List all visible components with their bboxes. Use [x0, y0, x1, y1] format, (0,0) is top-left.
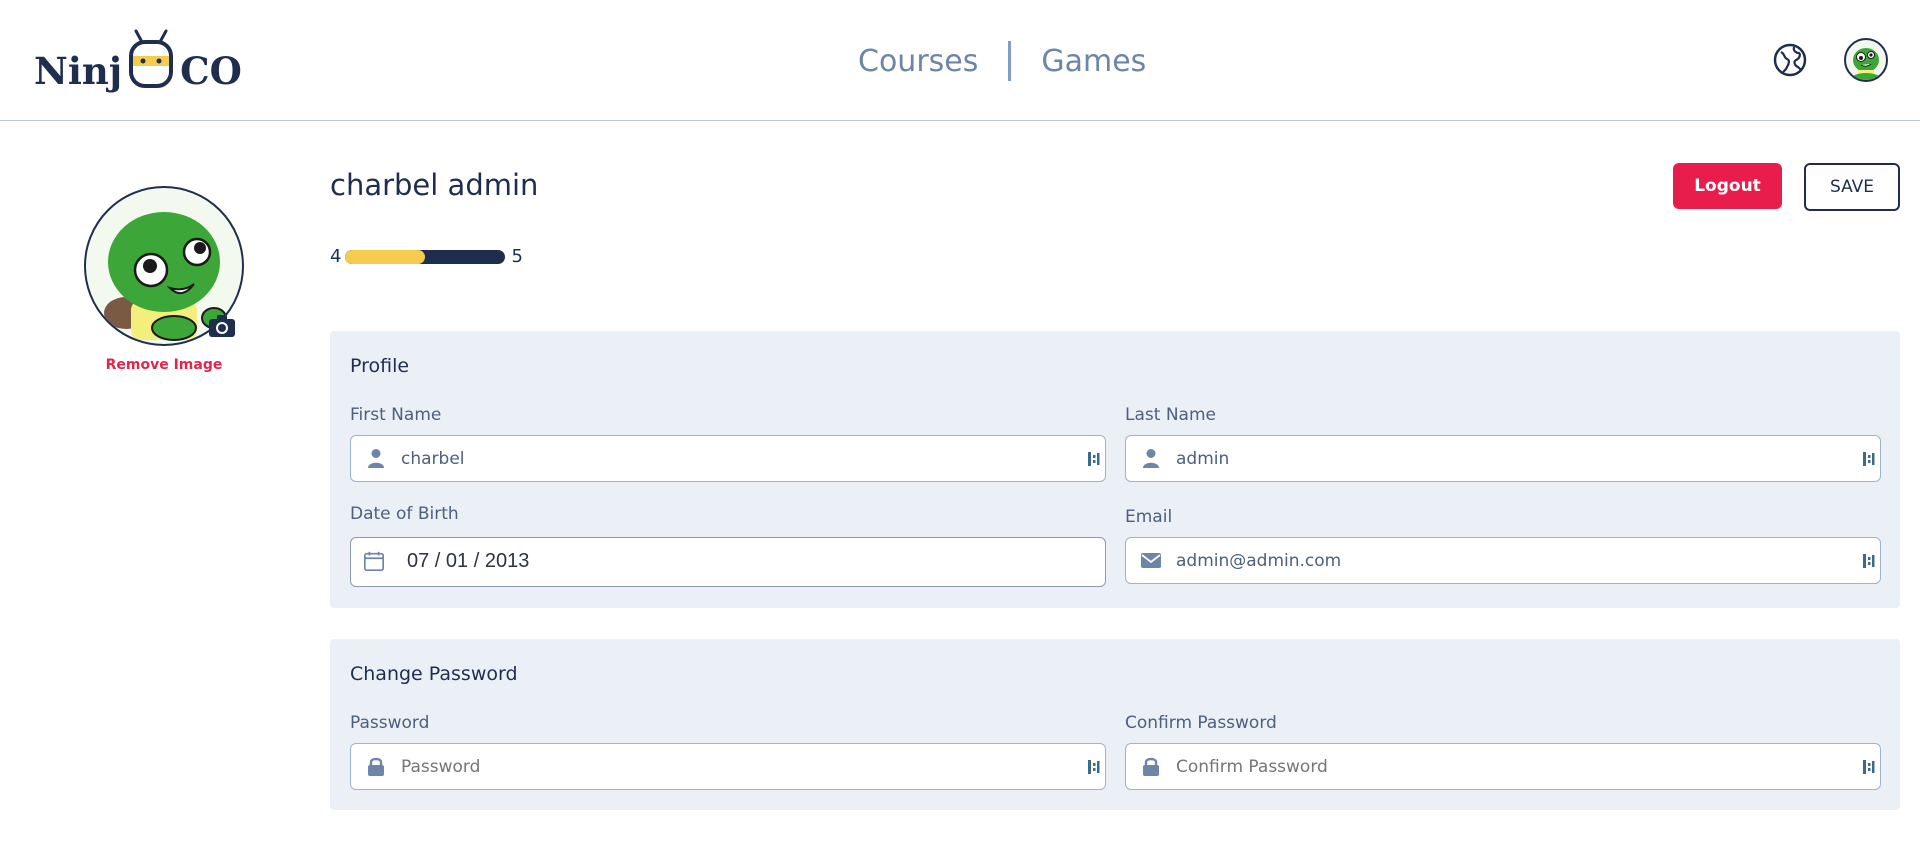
dob-label: Date of Birth	[350, 504, 459, 524]
user-icon	[1143, 449, 1159, 468]
top-header: Ninj CO Courses Games	[0, 0, 1920, 121]
ninjaco-logo[interactable]: Ninj CO	[34, 28, 242, 92]
page-title: charbel admin	[330, 168, 539, 202]
email-value: admin@admin.com	[1176, 551, 1342, 571]
password-input[interactable]	[401, 757, 1061, 777]
date-of-birth-field[interactable]: 07 / 01 / 2013	[350, 537, 1106, 587]
confirm-password-label: Confirm Password	[1125, 713, 1277, 733]
level-next: 5	[511, 246, 523, 267]
dob-value: 07 / 01 / 2013	[407, 550, 530, 572]
confirm-password-field[interactable]	[1125, 743, 1881, 790]
lock-icon	[1143, 757, 1159, 776]
change-password-card: Change Password Password Confirm Passwor…	[330, 639, 1900, 810]
user-icon	[368, 449, 384, 468]
email-field[interactable]: admin@admin.com	[1125, 537, 1881, 584]
profile-card: Profile First Name charbel Last Name adm…	[330, 331, 1900, 608]
nav-courses[interactable]: Courses	[858, 44, 978, 79]
user-avatar[interactable]	[1844, 38, 1888, 82]
logo-mascot-icon	[129, 29, 174, 88]
first-name-field[interactable]: charbel	[350, 435, 1106, 482]
profile-section-title: Profile	[350, 355, 410, 377]
level-current: 4	[330, 246, 342, 267]
lock-icon	[368, 757, 384, 776]
autofill-key-icon[interactable]	[1862, 450, 1876, 468]
password-field[interactable]	[350, 743, 1106, 790]
logo-text-right: CO	[180, 49, 242, 93]
confirm-password-input[interactable]	[1176, 757, 1836, 777]
globe-icon[interactable]	[1772, 42, 1808, 78]
main-nav: Courses Games	[858, 38, 1146, 84]
mail-icon	[1141, 553, 1161, 568]
autofill-key-icon[interactable]	[1087, 758, 1101, 776]
save-button[interactable]: SAVE	[1804, 163, 1900, 211]
last-name-label: Last Name	[1125, 405, 1216, 425]
autofill-key-icon[interactable]	[1087, 450, 1101, 468]
turtle-avatar-icon	[1852, 48, 1880, 80]
logo-text-left: Ninj	[34, 49, 123, 93]
nav-games[interactable]: Games	[1041, 44, 1146, 79]
camera-icon[interactable]	[208, 314, 236, 338]
level-progress-bar	[345, 249, 506, 264]
last-name-field[interactable]: admin	[1125, 435, 1881, 482]
logout-button[interactable]: Logout	[1673, 163, 1782, 209]
autofill-key-icon[interactable]	[1862, 552, 1876, 570]
level-progress-fill	[345, 249, 426, 264]
first-name-value: charbel	[401, 449, 465, 469]
remove-image-link[interactable]: Remove Image	[84, 357, 244, 373]
level-progress: 4 5	[330, 246, 523, 267]
password-section-title: Change Password	[350, 663, 518, 685]
autofill-key-icon[interactable]	[1862, 758, 1876, 776]
password-label: Password	[350, 713, 430, 733]
calendar-icon[interactable]	[363, 550, 385, 572]
nav-divider	[1008, 41, 1012, 81]
first-name-label: First Name	[350, 405, 442, 425]
email-label: Email	[1125, 507, 1173, 527]
profile-avatar-container	[84, 186, 244, 346]
last-name-value: admin	[1176, 449, 1230, 469]
